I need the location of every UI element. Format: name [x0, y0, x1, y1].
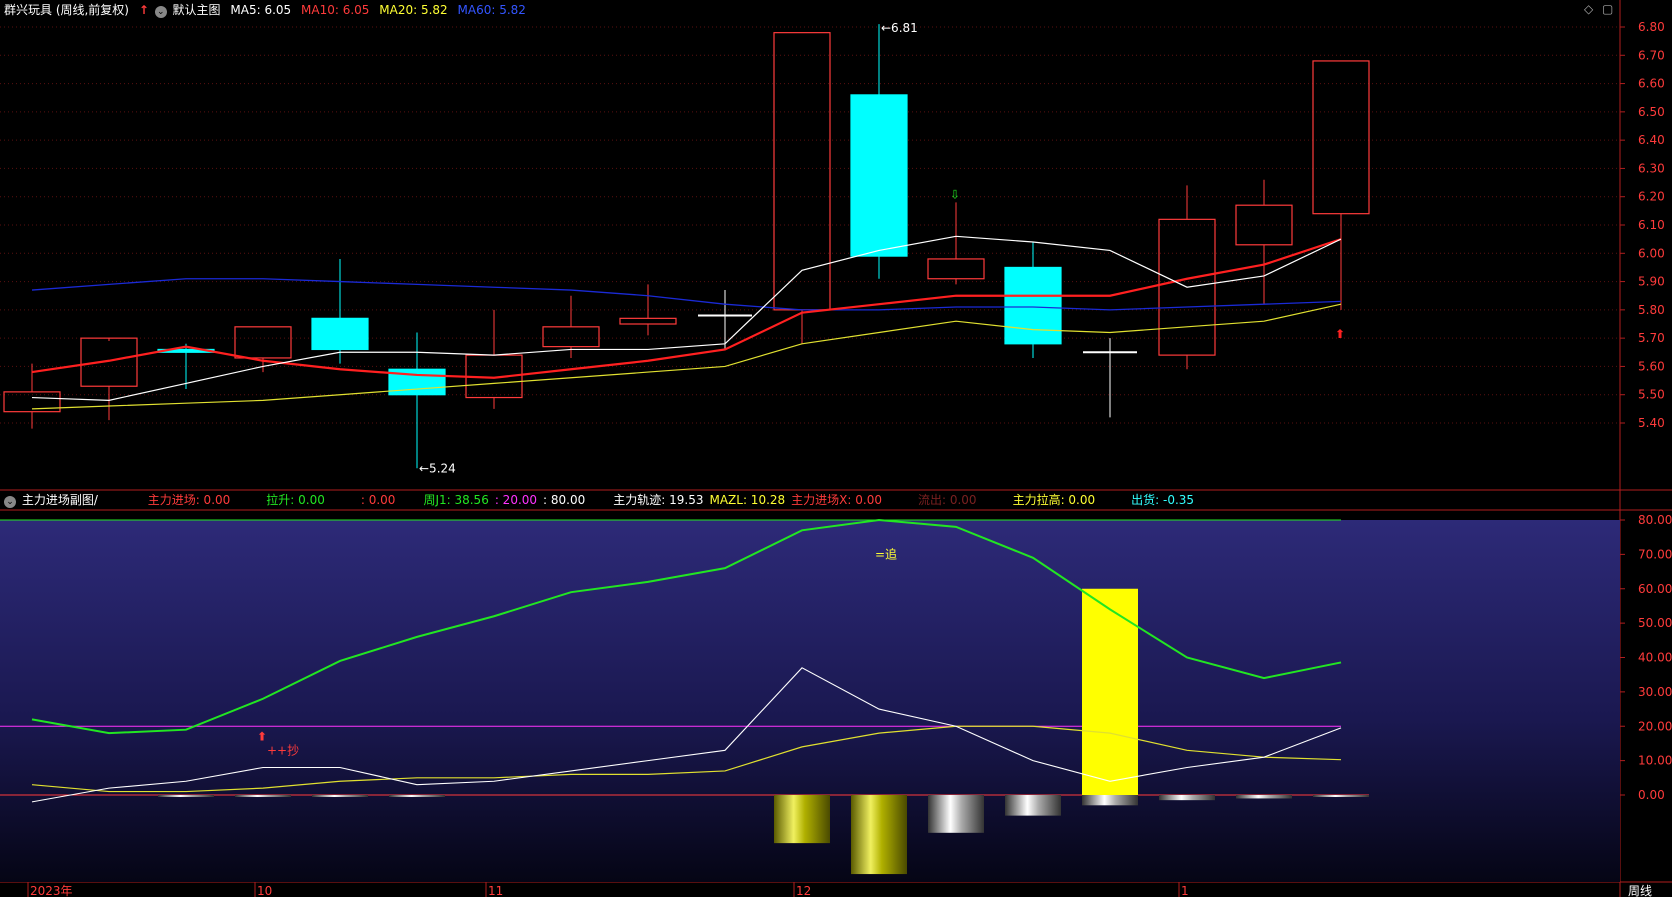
sub-tick-label: 80.00 [1638, 513, 1672, 527]
low-price-label: ←5.24 [419, 461, 456, 475]
main-force-bar [1082, 588, 1138, 795]
time-label: 12 [796, 884, 811, 897]
price-tick-label: 6.40 [1638, 133, 1665, 147]
time-label: 1 [1181, 884, 1189, 897]
period-label: 周线 [1628, 884, 1652, 897]
outflow-bar [928, 795, 984, 833]
sub-tick-label: 10.00 [1638, 754, 1672, 768]
outflow-bar [235, 795, 291, 797]
price-tick-label: 6.70 [1638, 48, 1665, 62]
down-arrow-icon: ⇩ [950, 187, 960, 201]
sub-tick-label: 60.00 [1638, 582, 1672, 596]
price-tick-label: 5.70 [1638, 331, 1665, 345]
outflow-bar [158, 795, 214, 797]
outflow-bar [851, 795, 907, 875]
main-panel-bg [0, 20, 1620, 490]
price-tick-label: 6.50 [1638, 105, 1665, 119]
sub-tick-label: 70.00 [1638, 547, 1672, 561]
buy-label: ++抄 [267, 743, 299, 757]
sub-tick-label: 20.00 [1638, 719, 1672, 733]
price-tick-label: 6.80 [1638, 20, 1665, 34]
price-tick-label: 5.90 [1638, 275, 1665, 289]
sub-tick-label: 50.00 [1638, 616, 1672, 630]
outflow-bar [774, 795, 830, 844]
chase-label: =追 [875, 546, 897, 561]
outflow-bar [1159, 795, 1215, 801]
up-arrow-icon: ⬆ [1335, 327, 1345, 341]
sub-tick-label: 30.00 [1638, 685, 1672, 699]
price-tick-label: 6.60 [1638, 77, 1665, 91]
price-tick-label: 5.50 [1638, 388, 1665, 402]
candle-body [311, 317, 369, 351]
outflow-bar [389, 795, 445, 797]
sub-tick-label: 40.00 [1638, 651, 1672, 665]
sub-tick-label: 0.00 [1638, 788, 1665, 802]
price-tick-label: 5.60 [1638, 359, 1665, 373]
price-tick-label: 6.30 [1638, 161, 1665, 175]
outflow-bar [312, 795, 368, 797]
chart-svg: 6.80 6.70 6.60 6.50 6.40 6.30 6.20 6.10 6.00 5.90… [0, 0, 1672, 897]
outflow-bar [1236, 795, 1292, 799]
price-tick-label: 6.00 [1638, 246, 1665, 260]
outflow-bar [1313, 795, 1369, 797]
time-label: 10 [257, 884, 272, 897]
price-tick-label: 6.10 [1638, 218, 1665, 232]
outflow-bar [1082, 795, 1138, 806]
price-tick-label: 5.80 [1638, 303, 1665, 317]
price-tick-label: 5.40 [1638, 416, 1665, 430]
high-price-label: ←6.81 [881, 21, 918, 35]
candle-body [850, 94, 908, 257]
time-label: 2023年 [30, 884, 73, 897]
time-label: 11 [488, 884, 503, 897]
candle-body [1004, 266, 1062, 345]
chart-window: 群兴玩具 (周线,前复权) ↑ ⌄ 默认主图 MA5: 6.05 MA10: 6… [0, 0, 1672, 897]
buy-arrow-icon: ⬆ [257, 729, 267, 743]
price-tick-label: 6.20 [1638, 190, 1665, 204]
outflow-bar [1005, 795, 1061, 816]
